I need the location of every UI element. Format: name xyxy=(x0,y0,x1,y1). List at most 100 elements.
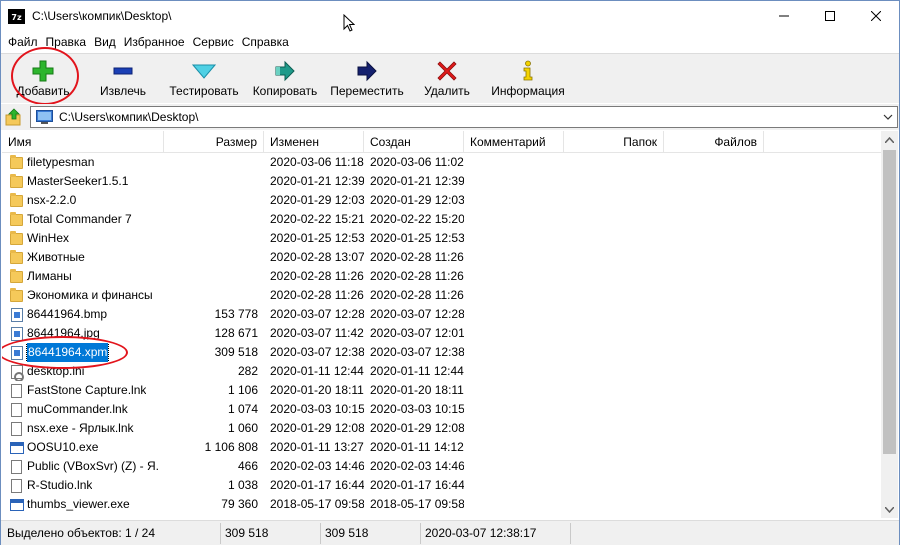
maximize-button[interactable] xyxy=(807,1,853,31)
close-button[interactable] xyxy=(853,1,899,31)
move-button[interactable]: Переместить xyxy=(328,54,406,104)
minimize-button[interactable] xyxy=(761,1,807,31)
folder-icon xyxy=(10,288,24,303)
status-size: 309 518 xyxy=(221,522,321,544)
minimize-icon xyxy=(779,15,789,17)
menu-help[interactable]: Справка xyxy=(238,32,293,52)
test-button[interactable]: Тестировать xyxy=(167,54,241,104)
cell-name: Экономика и финансы xyxy=(2,286,164,305)
table-row[interactable]: 86441964.jpg 128 671 2020-03-07 11:42 2020-… xyxy=(2,324,882,343)
file-name: R-Studio.lnk xyxy=(27,478,93,492)
column-modified[interactable]: Изменен xyxy=(264,131,364,153)
settings-file-icon xyxy=(10,364,24,381)
column-name[interactable]: Имя xyxy=(2,131,164,153)
minus-icon xyxy=(113,67,133,75)
folder-icon xyxy=(10,250,24,265)
move-arrow-icon xyxy=(357,60,377,82)
copy-button[interactable]: Копировать xyxy=(250,54,320,104)
vertical-scrollbar[interactable] xyxy=(881,131,898,518)
image-file-icon xyxy=(10,326,24,341)
table-row[interactable]: filetypesman 2020-03-06 11:18 2020-03-06 1… xyxy=(2,153,882,172)
cell-modified: 2018-05-17 09:58 xyxy=(270,497,364,511)
cell-created: 2020-03-07 12:28 xyxy=(370,307,464,321)
cell-name: 86441964.xpm xyxy=(2,343,164,362)
menu-edit[interactable]: Правка xyxy=(42,32,91,52)
menu-favorites[interactable]: Избранное xyxy=(120,32,189,52)
file-name: Public (VBoxSvr) (Z) - Я... xyxy=(27,459,158,473)
column-comment[interactable]: Комментарий xyxy=(464,131,564,153)
path-text: C:\Users\компик\Desktop\ xyxy=(59,110,199,124)
table-row[interactable]: nsx.exe - Ярлык.lnk 1 060 2020-01-29 12:08… xyxy=(2,419,882,438)
cell-modified: 2020-03-03 10:15 xyxy=(270,402,364,416)
info-button[interactable]: Информация xyxy=(489,54,567,104)
table-row[interactable]: Total Commander 7 2020-02-22 15:21 2020-02… xyxy=(2,210,882,229)
file-rows: filetypesman 2020-03-06 11:18 2020-03-06 1… xyxy=(2,153,882,514)
file-name: 86441964.jpg xyxy=(27,326,100,340)
cell-size: 1 060 xyxy=(227,421,258,435)
status-selected: Выделено объектов: 1 / 24 xyxy=(1,522,221,544)
column-size[interactable]: Размер xyxy=(164,131,264,153)
add-button[interactable]: Добавить xyxy=(15,54,71,104)
cell-modified: 2020-01-21 12:39 xyxy=(270,174,364,188)
cell-created: 2020-01-21 12:39 xyxy=(370,174,464,188)
column-folders[interactable]: Папок xyxy=(564,131,664,153)
table-row[interactable]: MasterSeeker1.5.1 2020-01-21 12:39 2020-01… xyxy=(2,172,882,191)
table-row[interactable]: nsx-2.2.0 2020-01-29 12:03 2020-01-29 12:0… xyxy=(2,191,882,210)
cell-size: 1 074 xyxy=(227,402,258,416)
menu-view[interactable]: Вид xyxy=(90,32,120,52)
copy-label: Копировать xyxy=(252,84,318,98)
exe-file-icon xyxy=(10,440,24,455)
file-name: filetypesman xyxy=(27,155,95,169)
cell-modified: 2020-01-11 12:44 xyxy=(270,364,364,378)
cell-modified: 2020-03-07 12:28 xyxy=(270,307,364,321)
table-row[interactable]: FastStone Capture.lnk 1 106 2020-01-20 18:… xyxy=(2,381,882,400)
table-row[interactable]: OOSU10.exe 1 106 808 2020-01-11 13:27 2020-… xyxy=(2,438,882,457)
file-list[interactable]: Имя Размер Изменен Создан Комментарий Па… xyxy=(2,131,899,518)
table-row[interactable]: Животные 2020-02-28 13:07 2020-02-28 11:26 xyxy=(2,248,882,267)
column-files[interactable]: Файлов xyxy=(664,131,764,153)
column-header-row: Имя Размер Изменен Создан Комментарий Па… xyxy=(2,131,882,153)
cell-name: WinHex xyxy=(2,229,164,248)
chevron-down-icon[interactable] xyxy=(882,111,894,123)
scroll-down-button[interactable] xyxy=(881,501,898,518)
table-row[interactable]: Экономика и финансы 2020-02-28 11:26 2020-… xyxy=(2,286,882,305)
cell-created: 2020-01-25 12:53 xyxy=(370,231,464,245)
cell-name: thumbs_viewer.exe xyxy=(2,495,164,514)
extract-button[interactable]: Извлечь xyxy=(95,54,151,104)
test-chevron-icon xyxy=(192,64,216,79)
table-row[interactable]: WinHex 2020-01-25 12:53 2020-01-25 12:53 xyxy=(2,229,882,248)
app-window: 7z C:\Users\компик\Desktop\ Файл Правка … xyxy=(0,0,900,545)
table-row[interactable]: muCommander.lnk 1 074 2020-03-03 10:15 2020… xyxy=(2,400,882,419)
table-row[interactable]: 86441964.bmp 153 778 2020-03-07 12:28 2020-… xyxy=(2,305,882,324)
cell-size: 1 106 808 xyxy=(204,440,258,454)
folder-up-icon[interactable] xyxy=(5,108,23,126)
cell-modified: 2020-02-03 14:46 xyxy=(270,459,364,473)
cell-modified: 2020-02-28 11:26 xyxy=(270,288,364,302)
cell-size: 1 038 xyxy=(227,478,258,492)
table-row[interactable]: thumbs_viewer.exe 79 360 2018-05-17 09:58 2… xyxy=(2,495,882,514)
table-row[interactable]: desktop.ini 282 2020-01-11 12:44 2020-01-11… xyxy=(2,362,882,381)
file-name: FastStone Capture.lnk xyxy=(27,383,147,397)
document-icon xyxy=(10,402,24,417)
scroll-down-icon xyxy=(885,506,894,513)
scrollbar-thumb[interactable] xyxy=(883,150,896,454)
cell-name: filetypesman xyxy=(2,153,164,172)
delete-button[interactable]: Удалить xyxy=(421,54,473,104)
file-name: OOSU10.exe xyxy=(27,440,99,454)
path-combobox[interactable]: C:\Users\компик\Desktop\ xyxy=(30,106,898,128)
table-row[interactable]: Public (VBoxSvr) (Z) - Я... 466 2020-02-03… xyxy=(2,457,882,476)
column-created[interactable]: Создан xyxy=(364,131,464,153)
table-row[interactable]: 86441964.xpm 309 518 2020-03-07 12:38 2020-… xyxy=(2,343,882,362)
cell-name: desktop.ini xyxy=(2,362,164,381)
cell-modified: 2020-03-07 12:38 xyxy=(270,345,364,359)
cell-created: 2020-02-28 11:26 xyxy=(370,250,464,264)
table-row[interactable]: R-Studio.lnk 1 038 2020-01-17 16:44 2020-01… xyxy=(2,476,882,495)
file-name: nsx-2.2.0 xyxy=(27,193,77,207)
table-row[interactable]: Лиманы 2020-02-28 11:26 2020-02-28 11:26 xyxy=(2,267,882,286)
menu-tools[interactable]: Сервис xyxy=(189,32,238,52)
status-date: 2020-03-07 12:38:17 xyxy=(421,522,571,544)
menu-file[interactable]: Файл xyxy=(4,32,42,52)
image-file-icon xyxy=(10,307,24,322)
scroll-up-button[interactable] xyxy=(881,131,898,148)
delete-x-icon xyxy=(437,61,457,81)
